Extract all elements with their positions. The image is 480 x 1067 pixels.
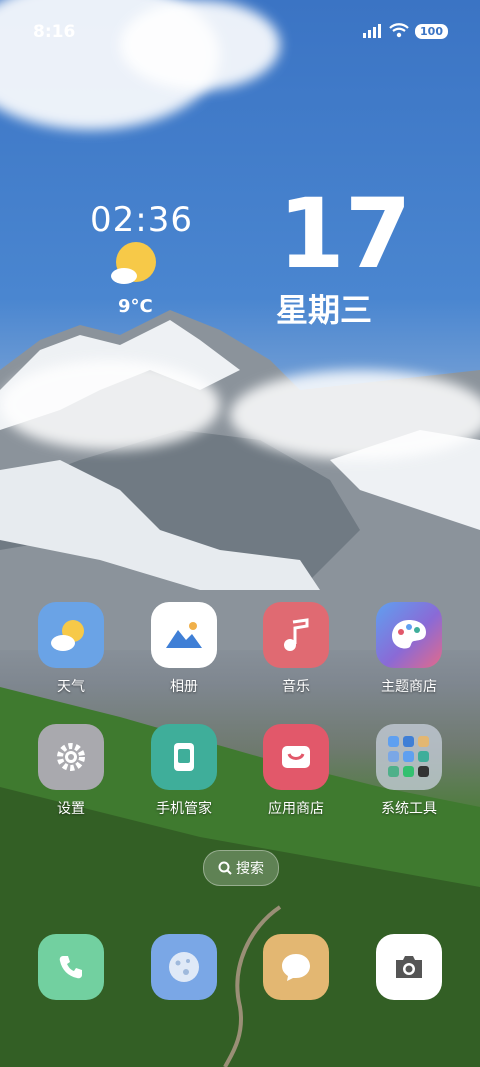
shopping-bag-icon (263, 724, 329, 790)
app-label: 相册 (170, 679, 198, 695)
status-icons: 100 (363, 23, 448, 39)
dock-camera-button[interactable] (376, 934, 442, 1000)
clock-widget-time[interactable]: 02:36 (90, 200, 193, 240)
date-day-number[interactable]: 17 (278, 186, 412, 282)
home-screen: 8:16 100 02:36 9°C 17 星期三 天气 相册 音乐 主题商店 … (0, 0, 480, 1067)
status-time: 8:16 (33, 22, 76, 42)
dock-browser-button[interactable] (151, 934, 217, 1000)
weather-temperature[interactable]: 9°C (118, 296, 153, 317)
wallpaper-cloud (230, 370, 480, 460)
folder-icon (376, 724, 442, 790)
wifi-icon (389, 23, 409, 38)
music-note-icon (263, 602, 329, 668)
app-theme-store[interactable]: 主题商店 (359, 602, 459, 696)
app-label: 天气 (57, 679, 85, 695)
signal-icon (363, 24, 382, 38)
app-weather[interactable]: 天气 (21, 602, 121, 696)
camera-icon (396, 956, 422, 978)
app-label: 主题商店 (381, 679, 437, 695)
app-music[interactable]: 音乐 (246, 602, 346, 696)
app-label: 应用商店 (268, 801, 324, 817)
search-button[interactable]: 搜索 (203, 850, 279, 886)
message-icon (282, 954, 310, 981)
dock-phone-button[interactable] (38, 934, 104, 1000)
dock-messages-button[interactable] (263, 934, 329, 1000)
app-label: 手机管家 (156, 801, 212, 817)
app-phone-manager[interactable]: 手机管家 (134, 724, 234, 818)
palette-icon (376, 602, 442, 668)
app-app-store[interactable]: 应用商店 (246, 724, 346, 818)
app-gallery[interactable]: 相册 (134, 602, 234, 696)
gear-icon (38, 724, 104, 790)
weather-icon (38, 602, 104, 668)
date-weekday[interactable]: 星期三 (276, 285, 372, 331)
app-label: 音乐 (282, 679, 310, 695)
gallery-icon (151, 602, 217, 668)
app-settings[interactable]: 设置 (21, 724, 121, 818)
sun-icon[interactable] (110, 240, 158, 288)
folder-system-tools[interactable]: 系统工具 (359, 724, 459, 818)
phone-manager-icon (151, 724, 217, 790)
app-label: 系统工具 (381, 801, 437, 817)
search-label: 搜索 (236, 861, 264, 877)
wallpaper-cloud (0, 360, 220, 450)
battery-indicator: 100 (415, 23, 448, 39)
search-icon (218, 861, 232, 875)
status-bar: 8:16 100 (0, 0, 480, 64)
phone-icon (59, 956, 82, 979)
browser-icon (169, 952, 199, 982)
wallpaper-mountains (0, 310, 480, 650)
app-label: 设置 (57, 801, 85, 817)
